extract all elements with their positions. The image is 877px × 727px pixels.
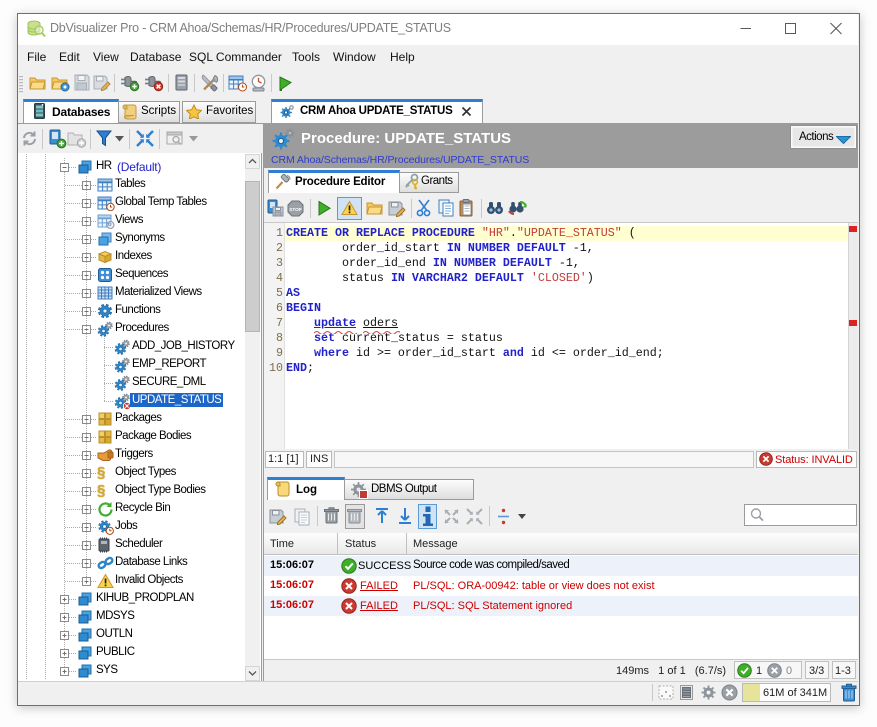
svg-text:STOP: STOP (289, 207, 301, 212)
